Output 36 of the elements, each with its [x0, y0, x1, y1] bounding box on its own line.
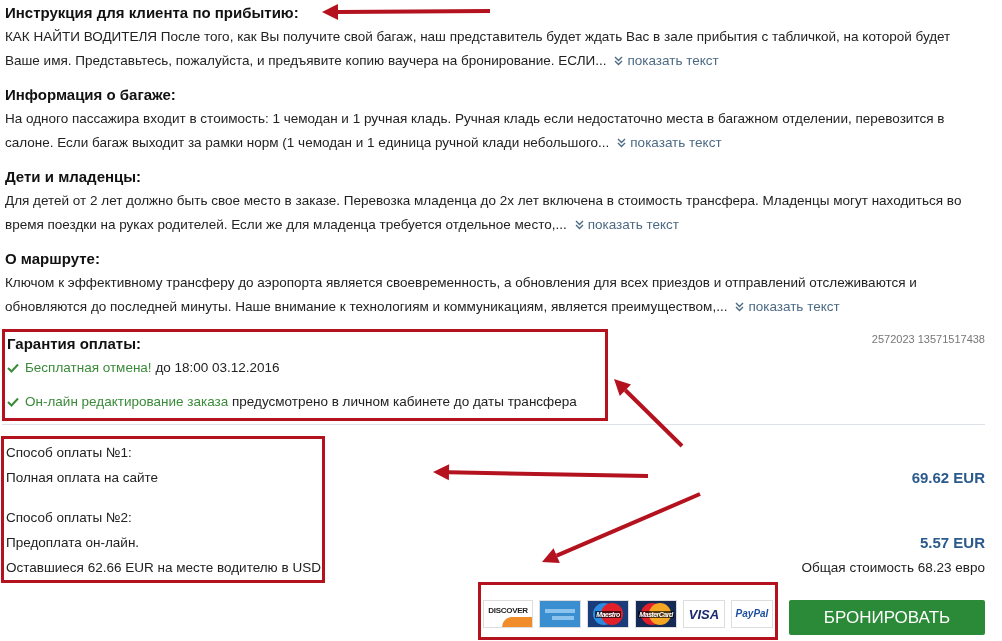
check-icon	[7, 363, 19, 373]
section-text: Для детей от 2 лет должно быть свое место в заказе. Перевозка младенца до 2х лет включена в стоимость трансфера. Младенцы могут находиться во время поездки на руках родителей. Если же для младенца требуется отдельное место,... показать текст	[5, 192, 963, 234]
visa-card-icon: VISA	[683, 600, 725, 628]
reference-number: 2572023 13571517438	[871, 332, 985, 347]
discover-card-icon: DISCOVER	[483, 600, 533, 628]
guarantee-text: Он-лайн редактирование заказа предусмотрено в личном кабинете до даты трансфера	[25, 393, 577, 411]
double-chevron-icon	[735, 302, 745, 312]
check-icon	[7, 397, 19, 407]
payment-method-title: Способ оплаты №1:	[6, 444, 132, 462]
section-text: Ключом к эффективному трансферу до аэропорта является своевременность, а обновления для всех приездов и отправлений отслеживаются и обновляются до последней минуты. Наше внимание к технологиям и коммуникациям, является преимуществом,... показать текст	[5, 274, 918, 316]
annotation-arrow	[614, 379, 684, 448]
show-text-link[interactable]: показать текст	[610, 53, 719, 68]
paypal-card-icon: PayPal	[731, 600, 773, 628]
section-heading: Дети и младенцы:	[5, 167, 142, 187]
show-text-link[interactable]: показать текст	[570, 217, 679, 232]
card-icon	[539, 600, 581, 628]
price: 69.62 EUR	[911, 468, 985, 488]
show-text-link[interactable]: показать текст	[731, 299, 840, 314]
guarantee-text: Бесплатная отмена! до 18:00 03.12.2016	[25, 359, 280, 377]
section-text: КАК НАЙТИ ВОДИТЕЛЯ После того, как Вы получите свой багаж, наш представитель будет ждать Вас в зале прибытия с табличкой, на которой будет Ваше имя. Представьтесь, пожалуйста, и предъявите копию ваучера на бронирование. ЕСЛИ... показать текст	[5, 28, 952, 70]
double-chevron-icon	[574, 220, 584, 230]
payment-method-title: Способ оплаты №2:	[6, 509, 132, 527]
section-heading: О маршруте:	[5, 249, 100, 269]
book-button[interactable]: БРОНИРОВАТЬ	[789, 600, 985, 635]
payment-method-text: Оставшиеся 62.66 EUR на месте водителю в USD	[6, 559, 321, 577]
section-text: На одного пассажира входит в стоимость: 1 чемодан и 1 ручная кладь. Ручная кладь если недостаточно места в багажном отделении, перевозится в салоне. Если багаж выходит за рамки норм (1 чемодан и 1 единица ручной клади небольшого... показать текст	[5, 110, 946, 152]
section-heading: Информация о багаже:	[5, 85, 176, 105]
payment-method-text: Предоплата он-лайн.	[6, 534, 140, 552]
payment-method-text: Полная оплата на сайте	[6, 469, 159, 487]
price: 5.57 EUR	[919, 533, 985, 553]
double-chevron-icon	[617, 138, 627, 148]
section-heading: Инструкция для клиента по прибытию:	[5, 3, 299, 23]
section-heading: Гарантия оплаты:	[7, 334, 141, 354]
total-price: Общая стоимость 68.23 евро	[801, 559, 985, 577]
double-chevron-icon	[614, 56, 624, 66]
show-text-link[interactable]: показать текст	[613, 135, 722, 150]
